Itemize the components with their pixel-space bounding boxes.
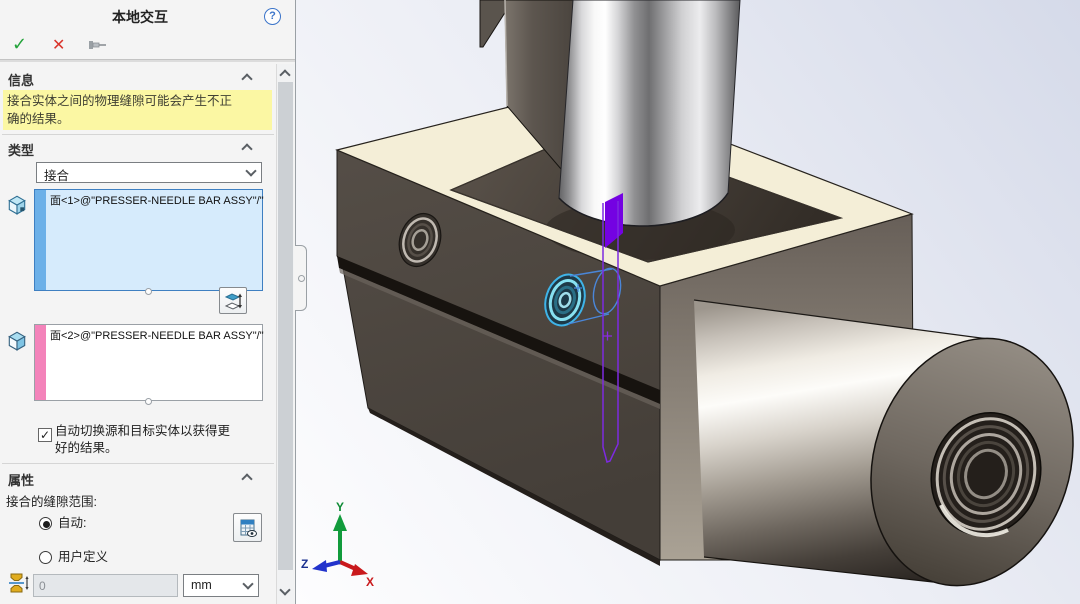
collapse-properties-icon[interactable] xyxy=(241,473,252,484)
ok-button[interactable]: ✓ xyxy=(12,34,27,55)
divider xyxy=(2,134,274,135)
pin-icon[interactable] xyxy=(88,38,108,57)
panel-resize-handle[interactable] xyxy=(295,245,307,311)
cancel-button[interactable]: ✕ xyxy=(52,35,65,55)
help-icon[interactable]: ? xyxy=(264,8,281,25)
swap-entities-button[interactable] xyxy=(219,287,247,314)
resize-handle[interactable] xyxy=(145,288,152,295)
panel-titlebar: 本地交互 ? xyxy=(0,0,296,30)
chevron-down-icon xyxy=(245,165,256,176)
source-body-icon xyxy=(6,193,28,220)
resize-handle[interactable] xyxy=(145,398,152,405)
source-selection-box[interactable]: 面<1>@"PRESSER-NEEDLE BAR ASSY"/" xyxy=(34,189,263,291)
target-face-item[interactable]: 面<2>@"PRESSER-NEEDLE BAR ASSY"/" xyxy=(50,327,264,343)
calculator-eye-icon xyxy=(237,517,259,539)
source-stripe xyxy=(35,190,46,290)
z-axis-label: Z xyxy=(301,557,308,571)
section-header-info: 信息 xyxy=(8,70,34,89)
collapse-info-icon[interactable] xyxy=(241,73,252,84)
target-body-icon xyxy=(6,329,28,356)
auto-swap-label: 自动切换源和目标实体以获得更 好的结果。 xyxy=(55,423,255,457)
needle-bar-rod[interactable] xyxy=(559,0,740,226)
target-selection-box[interactable]: 面<2>@"PRESSER-NEEDLE BAR ASSY"/" xyxy=(34,324,263,401)
solidworks-window: 本地交互 ? ✓ ✕ 信息 接合实体之间的物理缝隙可能会产生不正 确的结果。 类… xyxy=(0,0,1080,604)
gap-range-label: 接合的缝隙范围: xyxy=(6,494,97,511)
x-axis-label: X xyxy=(366,575,374,589)
y-axis-label: Y xyxy=(336,500,344,514)
radio-auto-label: 自动: xyxy=(58,515,86,532)
join-type-dropdown[interactable]: 接合 xyxy=(36,162,262,183)
radio-user-defined-label: 用户定义 xyxy=(58,549,108,566)
collapse-type-icon[interactable] xyxy=(241,143,252,154)
swap-faces-icon xyxy=(223,291,243,311)
section-header-type: 类型 xyxy=(8,140,34,159)
divider xyxy=(2,463,274,464)
chevron-down-icon xyxy=(242,578,253,589)
radio-auto[interactable] xyxy=(39,517,52,530)
warning-message: 接合实体之间的物理缝隙可能会产生不正 确的结果。 xyxy=(3,90,272,130)
gap-calculator-button[interactable] xyxy=(233,513,262,542)
section-header-properties: 属性 xyxy=(8,470,34,489)
gap-distance-icon xyxy=(7,571,31,600)
page-title: 本地交互 xyxy=(0,7,280,27)
toolbar-separator xyxy=(0,59,295,62)
target-stripe xyxy=(35,325,46,400)
auto-swap-checkbox[interactable]: ✓ xyxy=(38,428,52,442)
scrollbar-thumb[interactable] xyxy=(278,82,293,570)
property-manager-panel: 本地交互 ? ✓ ✕ 信息 接合实体之间的物理缝隙可能会产生不正 确的结果。 类… xyxy=(0,0,296,604)
join-type-value: 接合 xyxy=(44,165,69,184)
gap-value-input[interactable] xyxy=(33,574,178,597)
unit-dropdown[interactable]: mm xyxy=(183,574,259,597)
viewport-3d[interactable]: Y X Z xyxy=(296,0,1080,604)
source-face-item[interactable]: 面<1>@"PRESSER-NEEDLE BAR ASSY"/" xyxy=(50,192,264,208)
unit-value: mm xyxy=(191,578,212,592)
radio-user-defined[interactable] xyxy=(39,551,52,564)
